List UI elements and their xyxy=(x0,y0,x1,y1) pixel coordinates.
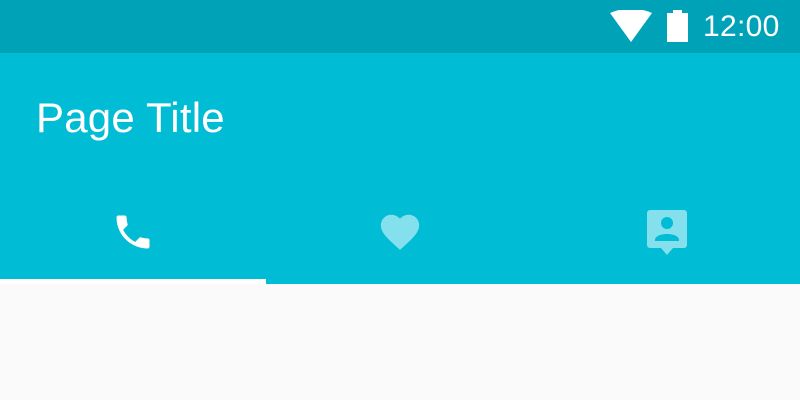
screen: 12:00 Page Title xyxy=(0,0,800,400)
wifi-icon xyxy=(610,8,652,42)
contact-icon xyxy=(645,208,689,256)
heart-icon xyxy=(377,209,423,255)
phone-icon xyxy=(111,210,155,254)
status-bar: 12:00 xyxy=(0,0,800,53)
page-title: Page Title xyxy=(36,94,225,141)
status-time: 12:00 xyxy=(703,10,780,43)
battery-icon xyxy=(667,10,688,42)
tab-favorites[interactable] xyxy=(266,180,533,284)
tab-bar xyxy=(0,180,800,284)
tab-contacts[interactable] xyxy=(533,180,800,284)
app-bar: Page Title xyxy=(0,53,800,284)
content-area xyxy=(0,284,800,400)
tab-phone[interactable] xyxy=(0,180,266,284)
